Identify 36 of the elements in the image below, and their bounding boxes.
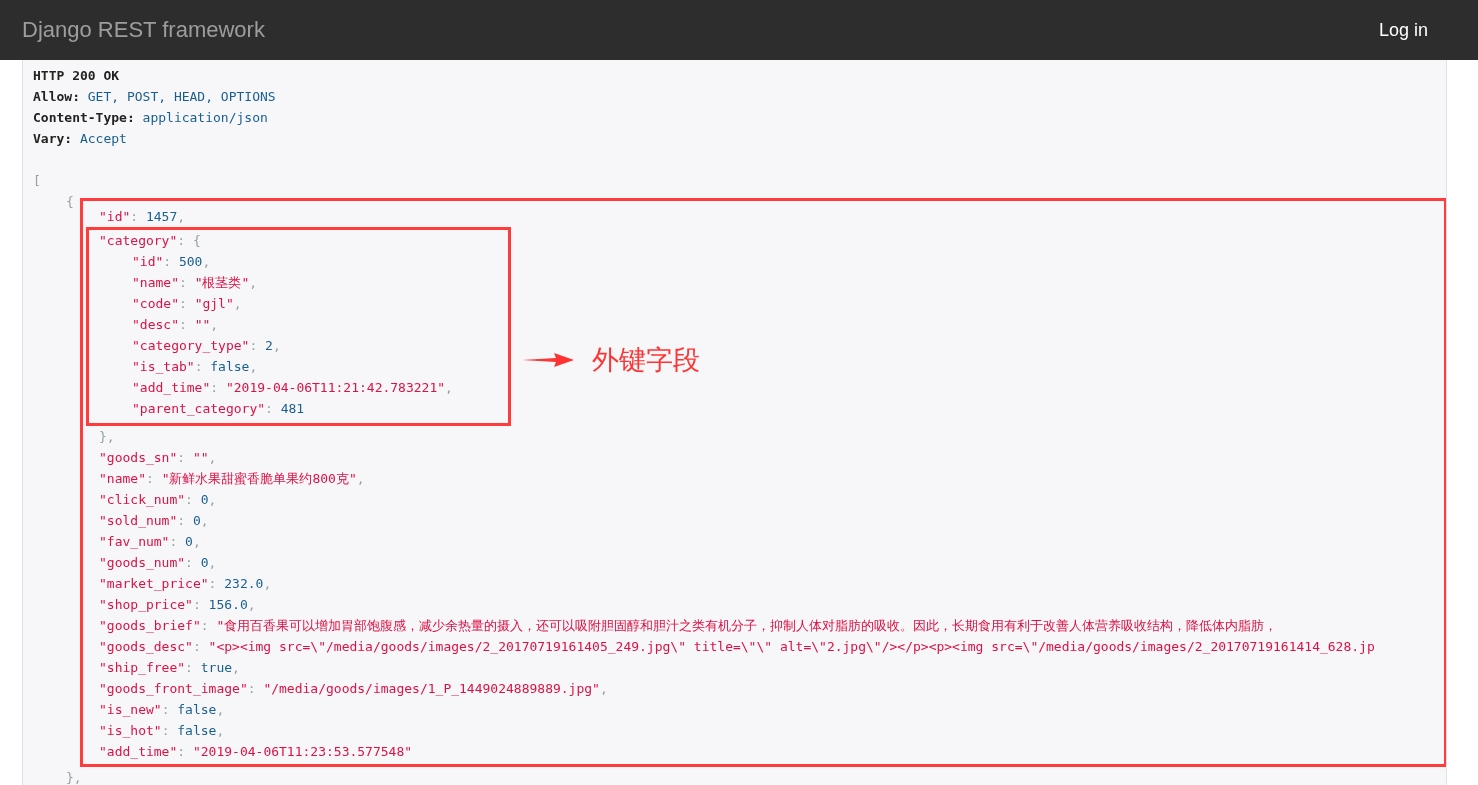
code-line: "add_time": "2019-04-06T11:21:42.783221", — [132, 379, 453, 397]
code-line: "goods_num": 0, — [99, 554, 218, 572]
code-line: { — [66, 193, 75, 211]
code-line: "fav_num": 0, — [99, 533, 202, 551]
code-line: "shop_price": 156.0, — [99, 596, 257, 614]
login-link[interactable]: Log in — [1378, 19, 1428, 41]
code-line: "ship_free": true, — [99, 659, 241, 677]
code-line: "goods_front_image": "/media/goods/images/1_P_1449024889889.jpg", — [99, 680, 609, 698]
code-line: "name": "根茎类", — [132, 274, 259, 292]
response-header: Vary: Accept — [33, 130, 128, 148]
code-line: "category": { — [99, 232, 202, 250]
brand-link[interactable]: Django REST framework — [22, 17, 265, 43]
code-line: "goods_desc": "<p><img src=\"/media/goods/images/2_20170719161405_249.jpg\" title=\"\" alt=\"2.jpg\"/></p><p><img src=\"/media/goods/images/2_20170719161414_628.jp — [99, 638, 1376, 656]
code-line: }, — [99, 428, 116, 446]
code-line: "desc": "", — [132, 316, 220, 334]
code-line: "id": 500, — [132, 253, 212, 271]
annotation-label: 外键字段 — [591, 343, 700, 377]
code-line: "category_type": 2, — [132, 337, 282, 355]
response-header: Content-Type: application/json — [33, 109, 269, 127]
status-line: HTTP 200 OK — [33, 67, 121, 85]
code-line: "sold_num": 0, — [99, 512, 210, 530]
code-line: "is_new": false, — [99, 701, 226, 719]
code-line: "parent_category": 481 — [132, 400, 306, 418]
code-line: "code": "gjl", — [132, 295, 243, 313]
code-line: "name": "新鲜水果甜蜜香脆单果约800克", — [99, 470, 366, 488]
code-line: }, — [66, 769, 83, 785]
code-line: "goods_sn": "", — [99, 449, 218, 467]
code-line: [ — [33, 172, 42, 190]
code-line: "market_price": 232.0, — [99, 575, 273, 593]
code-line: "is_hot": false, — [99, 722, 226, 740]
code-line: "add_time": "2019-04-06T11:23:53.577548" — [99, 743, 414, 761]
response-header: Allow: GET, POST, HEAD, OPTIONS — [33, 88, 277, 106]
code-line: "goods_brief": "食用百香果可以增加胃部饱腹感，减少余热量的摄入，还可以吸附胆固醇和胆汁之类有机分子，抑制人体对脂肪的吸收。因此，长期食用有利于改善人体营养吸收结构，降低体内脂肪， — [99, 617, 1279, 635]
code-line: "click_num": 0, — [99, 491, 218, 509]
code-line: "is_tab": false, — [132, 358, 259, 376]
code-line: "id": 1457, — [99, 208, 187, 226]
